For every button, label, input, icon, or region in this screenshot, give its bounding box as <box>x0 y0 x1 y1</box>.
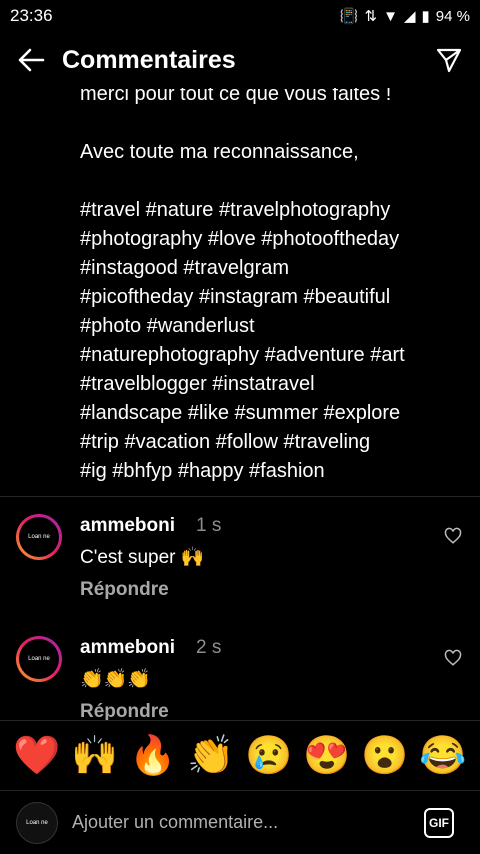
battery-icon: ▮ <box>421 8 430 25</box>
arrow-left-icon <box>18 48 45 72</box>
emoji-heart-eyes[interactable]: 😍 <box>303 737 350 775</box>
emoji-laughing[interactable]: 😂 <box>419 737 466 775</box>
caption-cut-line: merci pour tout ce que vous faites ! <box>80 88 392 105</box>
emoji-fire[interactable]: 🔥 <box>129 737 176 775</box>
status-time: 23:36 <box>10 6 53 25</box>
comment-time: 1 s <box>196 515 222 536</box>
send-icon <box>436 48 462 73</box>
comment-username[interactable]: ammeboni <box>80 515 175 537</box>
data-icon: ⇅ <box>364 8 378 25</box>
avatar[interactable]: Loan ne <box>16 514 62 560</box>
vibrate-icon: 📳 <box>339 8 359 25</box>
back-button[interactable] <box>14 43 48 77</box>
avatar: Loan ne <box>16 801 58 844</box>
hashtag-line[interactable]: #travelblogger #instatravel <box>80 370 405 399</box>
heart-icon[interactable] <box>444 649 462 667</box>
emoji-heart[interactable]: ❤️ <box>13 737 60 775</box>
hashtag-line[interactable]: #photography #love #photooftheday <box>80 225 405 254</box>
page-title: Commentaires <box>62 45 236 74</box>
comment-item: Loan ne ammeboni 2 s 👏👏👏 Répondre <box>0 632 480 732</box>
gif-button[interactable]: GIF <box>424 807 454 838</box>
heart-icon[interactable] <box>444 527 462 545</box>
divider <box>0 496 480 497</box>
caption-closing: Avec toute ma reconnaissance, <box>80 141 359 163</box>
hashtag-line[interactable]: #instagood #travelgram <box>80 254 405 283</box>
comment-input[interactable] <box>70 811 424 834</box>
status-bar: 23:36 📳 ⇅ ▼ ◢ ▮ 94 % <box>0 0 480 32</box>
hashtag-line[interactable]: #landscape #like #summer #explore <box>80 399 405 428</box>
comment-text: 👏👏👏 <box>80 669 151 690</box>
share-button[interactable] <box>432 43 466 77</box>
hashtag-line[interactable]: #photo #wanderlust <box>80 312 405 341</box>
comment-username[interactable]: ammeboni <box>80 637 175 659</box>
emoji-crying[interactable]: 😢 <box>245 737 292 775</box>
emoji-quick-bar: ❤️ 🙌 🔥 👏 😢 😍 😮 😂 <box>0 720 480 790</box>
reply-button[interactable]: Répondre <box>80 579 169 601</box>
emoji-raising-hands[interactable]: 🙌 <box>71 737 118 775</box>
hashtag-line[interactable]: #picoftheday #instagram #beautiful <box>80 283 405 312</box>
hashtag-line[interactable]: #travel #nature #travelphotography <box>80 196 405 225</box>
avatar[interactable]: Loan ne <box>16 636 62 682</box>
battery-level: 94 % <box>435 7 470 25</box>
post-caption: merci pour tout ce que vous faites ! Ave… <box>80 88 460 488</box>
hashtag-line[interactable]: #ig #bhfyp #happy #fashion <box>80 457 405 486</box>
comment-time: 2 s <box>196 637 222 658</box>
signal-icon: ◢ <box>403 8 416 25</box>
comment-item: Loan ne ammeboni 1 s C'est super 🙌 Répon… <box>0 510 480 610</box>
comment-composer: Loan ne GIF <box>0 790 480 854</box>
status-icons: 📳 ⇅ ▼ ◢ ▮ 94 % <box>339 7 470 26</box>
header: Commentaires <box>0 32 480 88</box>
emoji-surprised[interactable]: 😮 <box>361 737 408 775</box>
comment-text: C'est super 🙌 <box>80 547 205 568</box>
hashtag-line[interactable]: #trip #vacation #follow #traveling <box>80 428 405 457</box>
hashtag-line[interactable]: #naturephotography #adventure #art <box>80 341 405 370</box>
emoji-clapping[interactable]: 👏 <box>187 737 234 775</box>
wifi-icon: ▼ <box>383 7 398 25</box>
